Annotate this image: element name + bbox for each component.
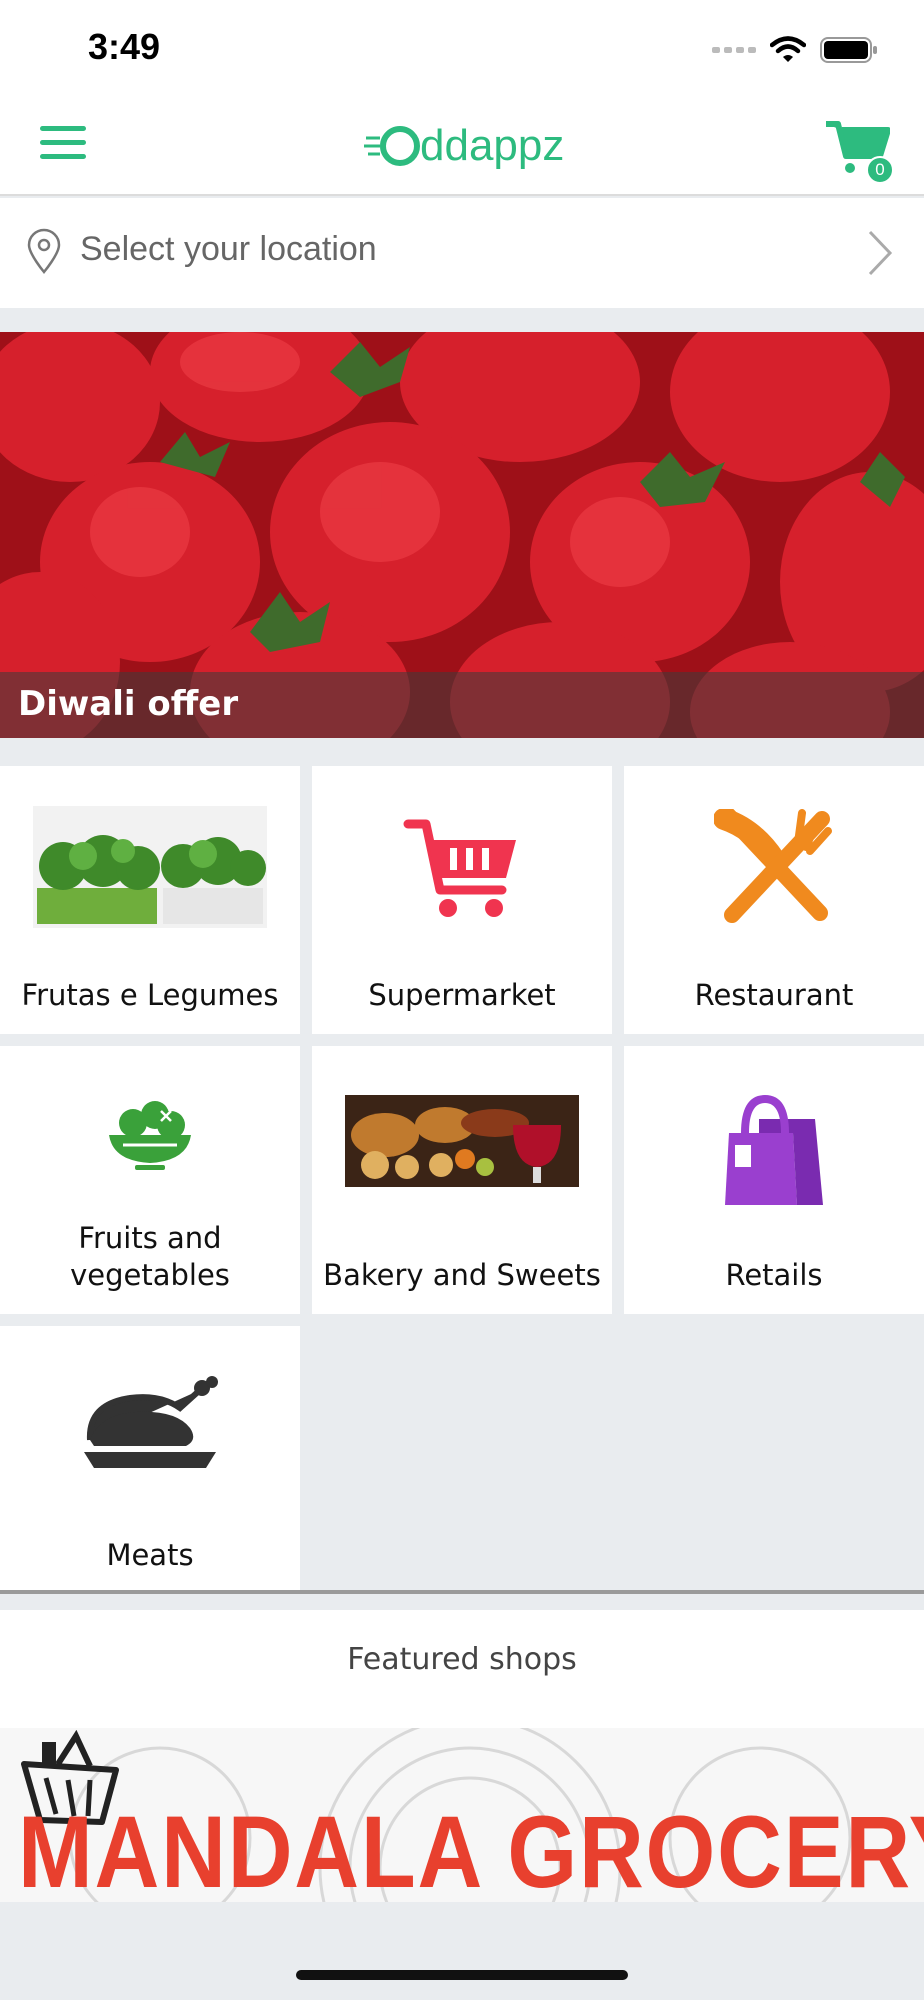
section-divider xyxy=(0,1590,924,1594)
category-label: Frutas e Legumes xyxy=(21,978,279,1012)
chevron-right-icon xyxy=(868,230,893,276)
featured-shops-section: Featured shops MANDALA GROCERY xyxy=(0,1610,924,1902)
svg-text:ddappz: ddappz xyxy=(420,121,564,170)
salad-bowl-icon xyxy=(109,1101,191,1170)
battery-icon xyxy=(820,37,877,63)
cart-button[interactable]: 0 xyxy=(824,118,896,184)
nav-bar: ddappz 0 xyxy=(0,96,924,196)
wifi-icon xyxy=(770,36,806,62)
category-meats[interactable]: Meats xyxy=(0,1326,300,1594)
featured-shops-title: Featured shops xyxy=(347,1642,577,1677)
status-time: 3:49 xyxy=(88,26,161,67)
cart-count-badge: 0 xyxy=(866,156,894,184)
location-pin-icon xyxy=(27,228,61,274)
vegetables-photo xyxy=(33,806,267,928)
category-restaurant[interactable]: Restaurant xyxy=(624,766,924,1034)
category-label: Bakery and Sweets xyxy=(323,1258,601,1292)
status-icons xyxy=(712,32,878,68)
status-bar: 3:49 xyxy=(0,0,924,96)
location-selector[interactable]: Select your location xyxy=(0,198,924,308)
roast-chicken-icon xyxy=(84,1376,218,1468)
shopping-cart-icon xyxy=(403,819,516,917)
shopping-bag-icon xyxy=(725,1094,823,1205)
signal-icon xyxy=(712,47,756,53)
category-label: Restaurant xyxy=(694,978,854,1012)
category-label: Fruits and vegetables xyxy=(70,1221,230,1292)
home-indicator xyxy=(296,1970,628,1980)
category-supermarket[interactable]: Supermarket xyxy=(312,766,612,1034)
bakery-photo xyxy=(345,1095,579,1187)
knife-fork-icon xyxy=(714,809,832,923)
featured-shop-card[interactable]: MANDALA GROCERY xyxy=(0,1728,924,1902)
category-label: Retails xyxy=(725,1258,823,1292)
promo-banner[interactable]: Diwali offer xyxy=(0,332,924,738)
hamburger-menu-icon[interactable] xyxy=(40,126,86,166)
category-frutas-e-legumes[interactable]: Frutas e Legumes xyxy=(0,766,300,1034)
category-label: Meats xyxy=(106,1538,194,1572)
category-label: Supermarket xyxy=(368,978,556,1012)
category-retails[interactable]: Retails xyxy=(624,1046,924,1314)
category-bakery-and-sweets[interactable]: Bakery and Sweets xyxy=(312,1046,612,1314)
location-placeholder: Select your location xyxy=(80,230,377,268)
shop-name: MANDALA GROCERY xyxy=(18,1795,924,1902)
banner-title: Diwali offer xyxy=(18,684,239,724)
category-fruits-and-vegetables[interactable]: Fruits and vegetables xyxy=(0,1046,300,1314)
oddappz-logo: ddappz xyxy=(364,121,564,170)
